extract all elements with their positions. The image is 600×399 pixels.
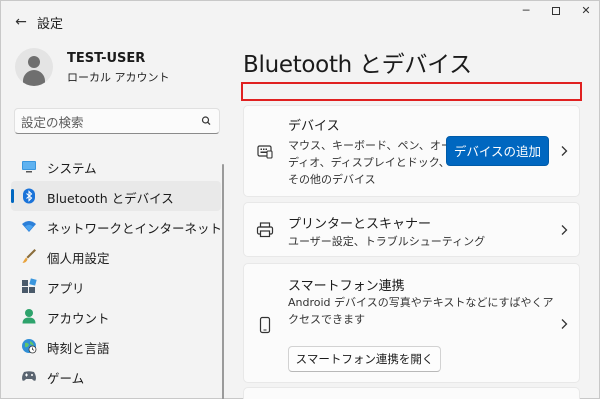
sidebar-item-label: 時刻と言語 [47,341,110,356]
phone-icon [259,316,271,334]
sidebar-item-accounts[interactable]: アカウント [11,301,221,331]
wifi-icon [22,221,36,232]
sidebar-nav: システム Bluetooth とデバイス ネットワークとインターネット 個人用設… [11,151,223,391]
sidebar-item-label: ゲーム [47,371,85,386]
sidebar-item-time-language[interactable]: 時刻と言語 [11,331,221,361]
search-input[interactable] [21,113,191,131]
printer-icon [256,222,274,238]
game-controller-icon [22,371,36,381]
system-monitor-icon [22,161,36,173]
printers-card[interactable]: プリンターとスキャナー ユーザー設定、トラブルシューティング [243,202,580,257]
sidebar-item-label: Bluetooth とデバイス [47,191,174,206]
devices-desc-line-3: その他のデバイス [288,173,376,186]
next-card[interactable] [243,387,580,399]
minimize-button[interactable]: ─ [511,1,541,23]
search-box[interactable] [14,108,220,134]
sidebar-item-system[interactable]: システム [11,151,221,181]
apps-icon [22,278,37,293]
avatar-head [28,56,40,68]
devices-card[interactable]: デバイス マウス、キーボード、ペン、オー ディオ、ディスプレイとドック、 その他… [243,105,580,197]
devices-title: デバイス [288,119,340,134]
account-type: ローカル アカウント [67,71,170,84]
sidebar-item-label: アプリ [47,281,85,296]
devices-icon [257,145,273,159]
chevron-right-icon [561,319,568,329]
selection-indicator [11,189,14,203]
printers-title: プリンターとスキャナー [288,217,432,232]
sidebar-item-label: ネットワークとインターネット [47,221,223,236]
phone-link-desc-line-1: Android デバイスの写真やテキストなどにすばやくア [288,296,554,309]
title-bar: ← 設定 ─ ✕ [1,1,600,41]
maximize-icon [552,7,560,15]
close-icon: ✕ [581,4,591,17]
maximize-button[interactable] [541,1,571,23]
sidebar-item-gaming[interactable]: ゲーム [11,361,221,391]
back-arrow-icon: ← [15,14,27,30]
sidebar-item-bluetooth[interactable]: Bluetooth とデバイス [11,181,221,211]
sidebar-item-personalization[interactable]: 個人用設定 [11,241,221,271]
brush-icon [22,249,36,263]
sidebar-item-network[interactable]: ネットワークとインターネット [11,211,223,241]
sidebar-item-label: アカウント [47,311,110,326]
account-icon [22,309,36,324]
back-button[interactable]: ← [9,10,33,34]
search-icon[interactable] [199,114,213,128]
phone-link-desc-line-2: クセスできます [288,313,365,326]
devices-desc-line-2: ディオ、ディスプレイとドック、 [288,156,450,169]
add-device-button[interactable]: デバイスの追加 [446,136,549,166]
sidebar-item-label: システム [47,161,97,176]
phone-link-card[interactable]: スマートフォン連携 Android デバイスの写真やテキストなどにすばやくア ク… [243,263,580,383]
chevron-right-icon [561,225,568,235]
sidebar-scrollbar[interactable] [222,164,224,399]
devices-desc-line-1: マウス、キーボード、ペン、オー [288,139,452,152]
highlight-box [241,82,582,101]
minimize-icon: ─ [522,4,530,17]
user-name: TEST-USER [67,51,146,66]
printers-desc: ユーザー設定、トラブルシューティング [288,235,486,248]
avatar[interactable] [15,48,53,86]
chevron-right-icon [561,146,568,156]
phone-link-title: スマートフォン連携 [288,279,405,294]
sidebar-item-label: 個人用設定 [47,251,110,266]
bluetooth-icon [23,188,35,204]
globe-clock-icon [22,339,37,354]
page-title: Bluetooth とデバイス [243,52,472,78]
app-title: 設定 [37,17,64,32]
open-phone-link-button[interactable]: スマートフォン連携を開く [288,346,441,372]
avatar-body [23,70,45,86]
close-button[interactable]: ✕ [571,1,600,23]
sidebar-item-apps[interactable]: アプリ [11,271,221,301]
